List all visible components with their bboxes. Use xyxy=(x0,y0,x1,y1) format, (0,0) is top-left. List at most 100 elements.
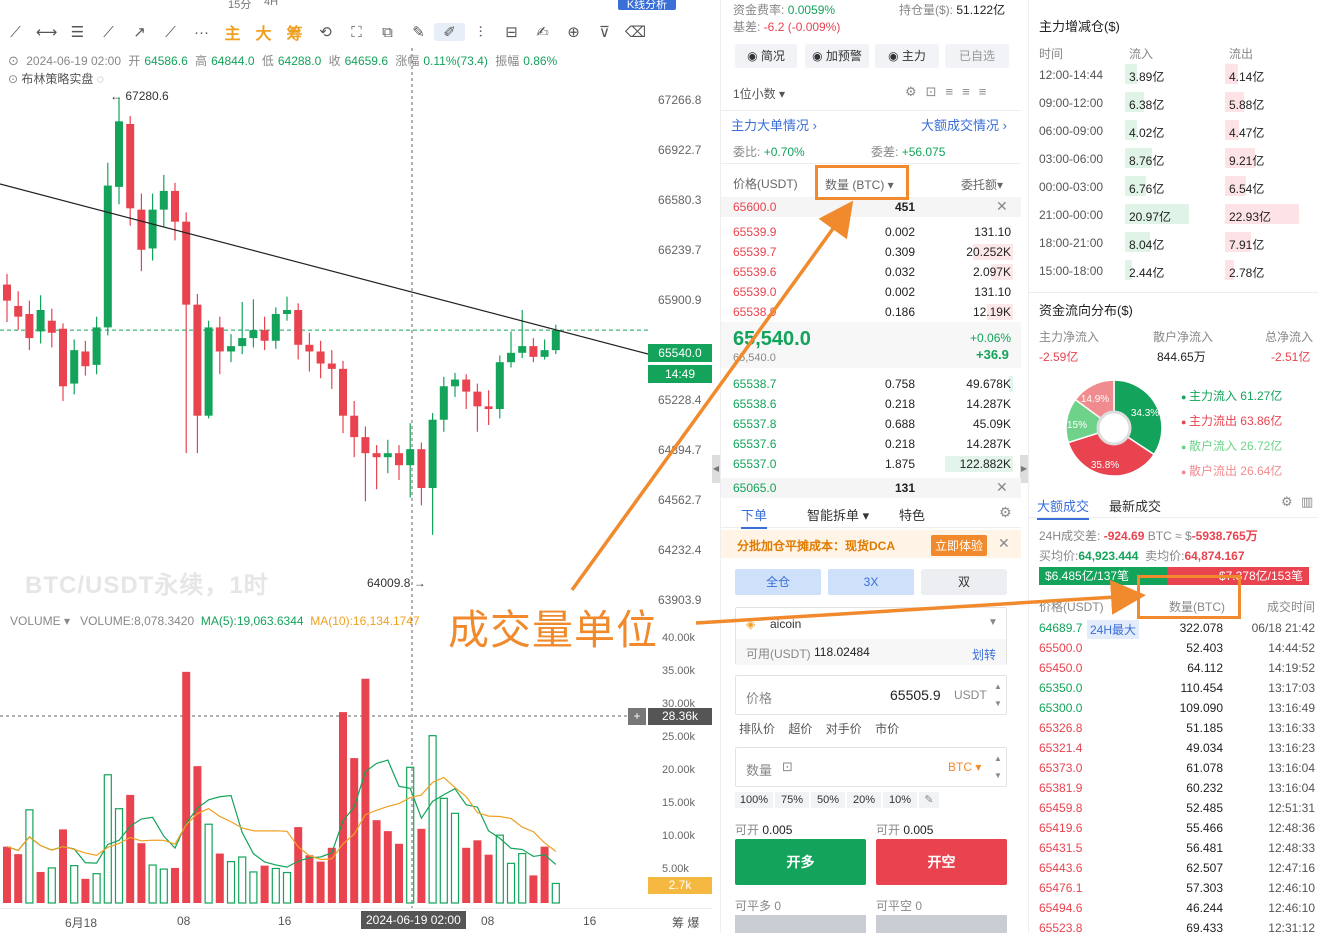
candle-body xyxy=(249,330,258,339)
legend-item: ● 散户流出 26.64亿 xyxy=(1181,464,1283,478)
volume-bar xyxy=(294,827,303,903)
candle-body xyxy=(518,346,527,353)
bottom-bid-row[interactable]: 65065.0 131 ✕ xyxy=(721,478,1021,498)
volume-bar xyxy=(81,878,90,903)
settings-icon[interactable]: ⚙ xyxy=(999,504,1012,521)
tab-special[interactable]: 特色 xyxy=(899,505,925,524)
basis: 基差: -6.2 (-0.009%) xyxy=(733,20,841,34)
cross-margin-button[interactable]: 全仓 xyxy=(735,569,821,595)
candle-body xyxy=(305,344,314,352)
volume-bar xyxy=(361,678,370,903)
dual-mode-button[interactable]: 双 xyxy=(921,569,1007,595)
candle-body xyxy=(81,351,90,367)
dca-try-button[interactable]: 立即体验 xyxy=(931,535,988,556)
volume-bar xyxy=(59,829,67,903)
price-axis-tick: 67266.8 xyxy=(658,93,702,107)
trade-row: 65476.1 57.303 12:46:10 xyxy=(1039,881,1315,895)
bid-row[interactable]: 65538.6 0.218 14.287K xyxy=(721,394,1021,414)
tab-latest-trades[interactable]: 最新成交 xyxy=(1109,496,1161,515)
dca-banner: 分批加仓平摊成本：现货DCA 立即体验 ✕ xyxy=(721,530,1021,558)
transfer-link[interactable]: 划转 xyxy=(972,646,996,663)
open-long-button[interactable]: 开多 xyxy=(735,839,866,885)
leverage-button[interactable]: 3X xyxy=(828,569,914,595)
main-order-link[interactable]: 主力大单情况 › xyxy=(731,115,817,134)
kline-chart-panel[interactable]: ⟋ ⟷ ☰ ⟋ ↗ ⟋ ··· 主 大 筹 ⟲ ⛶ ⧉ ✎ ✐ ⫶ ⊟ ✍ ⊕ … xyxy=(0,0,712,933)
ask-row[interactable]: 65539.7 0.309 20.252K xyxy=(721,242,1021,262)
candle-body xyxy=(484,406,493,410)
lock-icon: ⊡ xyxy=(782,759,793,774)
main-force-row: 09:00-12:00 6.38亿 5.88亿 xyxy=(1029,92,1318,114)
bid-row[interactable]: 65537.8 0.688 45.09K xyxy=(721,414,1021,434)
collapse-left-icon[interactable]: ◀ xyxy=(712,455,720,483)
close-long-button[interactable] xyxy=(735,915,866,933)
candle-body xyxy=(159,190,168,210)
account-select[interactable]: ◈ aicoin ▼ 可用(USDT) 118.02484 划转 xyxy=(735,607,1007,665)
volume-bar xyxy=(495,834,504,904)
main-force-row: 15:00-18:00 2.44亿 2.78亿 xyxy=(1029,260,1318,282)
bid-row[interactable]: 65538.7 0.758 49.678K xyxy=(721,374,1021,394)
ask-row[interactable]: 65539.0 0.002 131.10 xyxy=(721,282,1021,302)
candle-body xyxy=(92,327,101,365)
trade-row: 65494.6 46.244 12:46:10 xyxy=(1039,901,1315,915)
price-input[interactable]: 价格 65505.9 USDT ▲ ▼ xyxy=(735,675,1007,715)
candle-body xyxy=(47,320,56,333)
pie-label: 14.9% xyxy=(1081,394,1109,405)
close-icon[interactable]: ✕ xyxy=(998,535,1010,552)
ask-row[interactable]: 65538.9 0.186 12.19K xyxy=(721,302,1021,322)
tab-big-trades[interactable]: 大额成交 xyxy=(1037,496,1090,520)
open-interest: 持仓量($): 51.122亿 xyxy=(899,3,1006,17)
candle-body xyxy=(339,368,347,416)
alert-button[interactable]: ◉ 加预警 xyxy=(805,44,869,68)
bid-row[interactable]: 65537.0 1.875 122.882K xyxy=(721,454,1021,474)
collapse-right-icon[interactable]: ▶ xyxy=(1020,455,1028,483)
trade-row: 65300.0 109.090 13:16:49 xyxy=(1039,701,1315,715)
pie-label: 15% xyxy=(1067,420,1087,431)
close-icon: ✕ xyxy=(996,198,1008,214)
candle-body xyxy=(350,415,359,438)
volume-bar xyxy=(339,712,347,903)
orderbook-view-icons[interactable]: ⚙⊡≡≡≡ xyxy=(905,84,995,100)
legend-item: ● 散户流入 26.72亿 xyxy=(1181,439,1283,453)
pie-hole xyxy=(1096,410,1132,446)
summary-button[interactable]: ◉ 简况 xyxy=(735,44,797,68)
volume-axis-tick: 20.00k xyxy=(662,764,696,776)
volume-legend: VOLUME ▾ VOLUME:8,078.3420 MA(5):19,063.… xyxy=(10,614,420,628)
candle-body xyxy=(327,363,336,369)
ask-row[interactable]: 65539.6 0.032 2.097K xyxy=(721,262,1021,282)
precision-select[interactable]: 1位小数 ▾ xyxy=(733,85,785,102)
candle-body xyxy=(406,449,415,466)
tab-smart-split[interactable]: 智能拆单 ▾ xyxy=(807,505,869,524)
quantity-input[interactable]: 数量 ⊡ BTC ▾ ▲ ▼ xyxy=(735,747,1007,787)
qty-unit-select[interactable]: BTC ▾ xyxy=(948,760,981,774)
volume-bar xyxy=(473,840,482,903)
current-price-tag: 65540.0 xyxy=(648,344,712,362)
main-force-row: 18:00-21:00 8.04亿 7.91亿 xyxy=(1029,232,1318,254)
bid-row[interactable]: 65537.6 0.218 14.287K xyxy=(721,434,1021,454)
percent-buttons[interactable]: 100% 75% 50% 20% 10% ✎ xyxy=(735,792,939,808)
main-force-button[interactable]: ◉ 主力 xyxy=(875,44,939,68)
tab-order[interactable]: 下单 xyxy=(741,505,768,529)
high-marker: ← 67280.6 xyxy=(110,89,169,103)
volume-bar xyxy=(204,823,213,904)
settings-icon[interactable]: ⚙ xyxy=(1281,494,1293,510)
open-short-button[interactable]: 开空 xyxy=(876,839,1007,885)
order-type-options[interactable]: 排队价 超价 对手价 市价 xyxy=(739,720,899,737)
big-trade-link[interactable]: 大额成交情况 › xyxy=(921,115,1007,134)
bar-chart-icon[interactable]: ▥ xyxy=(1301,494,1313,510)
watchlist-button[interactable]: 已自选 xyxy=(945,44,1009,68)
price-axis-tick: 63903.9 xyxy=(658,593,702,607)
volume-bar xyxy=(260,865,269,903)
volume-bar xyxy=(249,871,258,904)
trade-tabs: 下单 智能拆单 ▾ 特色 ⚙ xyxy=(721,500,1021,529)
volume-bar xyxy=(305,855,314,903)
top-ask-row[interactable]: 65600.0 451 ✕ xyxy=(721,197,1021,217)
trade-row: 65419.6 55.466 12:48:36 xyxy=(1039,821,1315,835)
close-short-button[interactable] xyxy=(876,915,1007,933)
trade-row: 65326.8 51.185 13:16:33 xyxy=(1039,721,1315,735)
candle-body xyxy=(361,437,370,454)
main-force-row: 00:00-03:00 6.76亿 6.54亿 xyxy=(1029,176,1318,198)
ask-row[interactable]: 65539.9 0.002 131.10 xyxy=(721,222,1021,242)
crosshair-plus-icon[interactable]: + xyxy=(628,708,646,725)
price-axis-tick: 66239.7 xyxy=(658,243,702,257)
col-amount[interactable]: 委托额▾ xyxy=(961,176,1003,193)
